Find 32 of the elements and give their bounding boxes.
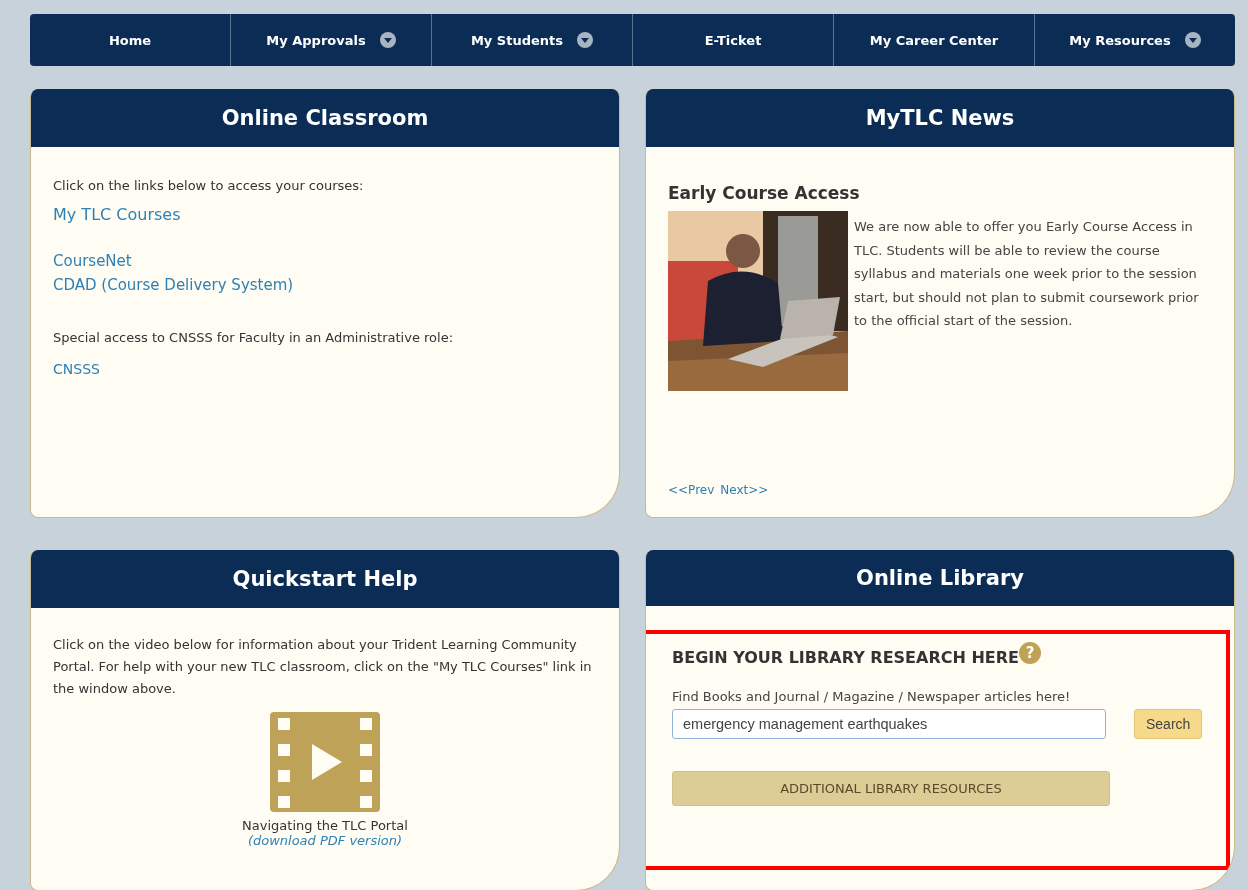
nav-item[interactable]: E-Ticket	[632, 14, 833, 66]
caret-icon	[577, 32, 594, 48]
panel-title: MyTLC News	[646, 89, 1234, 147]
nav-item[interactable]: My Career Center	[833, 14, 1034, 66]
video-caption: Navigating the TLC Portal	[242, 818, 408, 833]
nav-item[interactable]: My Resources	[1034, 14, 1235, 66]
nav-item[interactable]: My Approvals	[230, 14, 431, 66]
cnsss-link[interactable]: CNSSS	[53, 357, 100, 381]
search-button[interactable]: Search	[1134, 709, 1203, 739]
course-link[interactable]: CourseNet	[53, 249, 132, 273]
panel-title: Online Library	[646, 550, 1234, 606]
nav-item[interactable]: My Students	[431, 14, 632, 66]
course-link[interactable]: CDAD (Course Delivery System)	[53, 273, 294, 297]
library-hint: Find Books and Journal / Magazine / Newspaper articles here!	[672, 689, 1072, 704]
intro-text: Click on the links below to access your courses:	[53, 177, 365, 195]
nav-item[interactable]: Home	[30, 14, 230, 66]
news-text: We are now able to offer you Early Course Access in TLC. Students will be able to review the course syllabus and materials one week prior to the session start, but should not plan to submit coursework prior to the official start of the session.	[854, 218, 1200, 330]
course-link[interactable]: My TLC Courses	[53, 203, 181, 227]
next-link[interactable]: Next>>	[720, 483, 769, 497]
search-field[interactable]: emergency management earthquakes	[672, 709, 1106, 739]
library-heading: BEGIN YOUR LIBRARY RESEARCH HERE	[672, 648, 1019, 667]
caret-icon	[379, 32, 396, 48]
help-text: Click on the video below for information about your Trident Learning Community Portal. For help with your new TLC classroom, click on the "My TLC Courses" link in the window above.	[53, 636, 593, 698]
pdf-link[interactable]: (download PDF version)	[247, 833, 403, 848]
resources-button[interactable]: ADDITIONAL LIBRARY RESOURCES	[672, 771, 1110, 806]
panel-title: Online Classroom	[31, 89, 619, 147]
news-headline: Early Course Access	[668, 183, 861, 203]
prev-link[interactable]: <<Prev	[668, 483, 715, 497]
video-play-icon[interactable]	[270, 712, 380, 812]
panel-title: Quickstart Help	[31, 550, 619, 608]
caret-icon	[1184, 32, 1201, 48]
special-access-text: Special access to CNSSS for Faculty in an Administrative role:	[53, 329, 455, 347]
